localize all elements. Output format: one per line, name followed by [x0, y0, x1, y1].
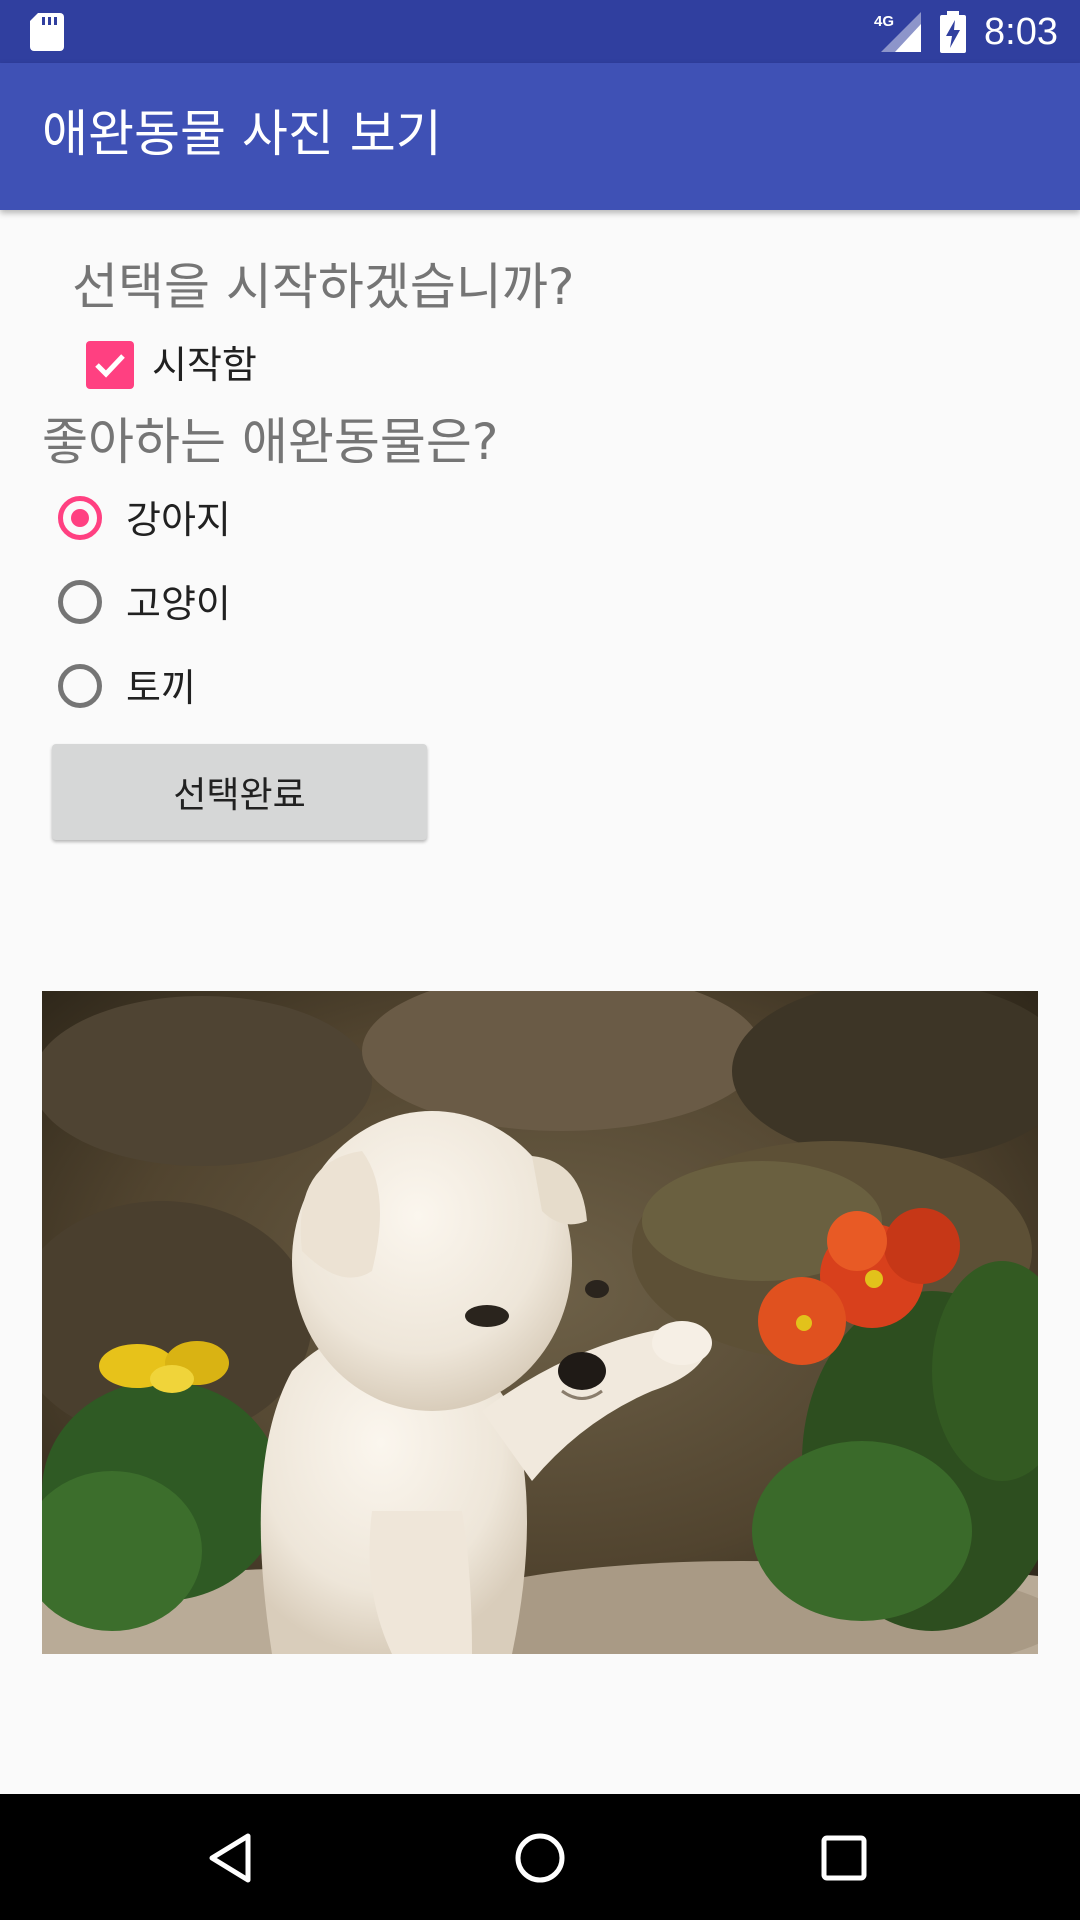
radio-button-dog[interactable] [58, 496, 102, 540]
puppy-photo [42, 991, 1038, 1654]
signal-icon: 4G [874, 12, 921, 52]
radio-label-dog[interactable]: 강아지 [126, 492, 231, 548]
pet-question: 좋아하는 애완동물은? [42, 413, 499, 471]
radio-button-cat[interactable] [58, 580, 102, 624]
back-icon[interactable] [208, 1832, 252, 1884]
battery-charging-icon [940, 11, 966, 53]
radio-option-dog[interactable]: 강아지 [56, 492, 456, 552]
start-checkbox[interactable] [86, 341, 134, 389]
network-type-label: 4G [874, 13, 894, 30]
app-bar: 애완동물 사진 보기 [0, 63, 1080, 210]
radio-label-rabbit[interactable]: 토끼 [126, 660, 196, 716]
radio-option-rabbit[interactable]: 토끼 [56, 660, 456, 720]
start-checkbox-label[interactable]: 시작함 [152, 341, 257, 389]
checkmark-icon [95, 354, 125, 378]
submit-button[interactable]: 선택완료 [52, 744, 427, 840]
sd-card-icon [30, 13, 64, 51]
app-title: 애완동물 사진 보기 [42, 105, 442, 163]
recents-icon[interactable] [820, 1834, 868, 1882]
radio-option-cat[interactable]: 고양이 [56, 576, 456, 636]
status-bar: 4G 8:03 [0, 0, 1080, 63]
radio-selected-dot [71, 509, 89, 527]
radio-label-cat[interactable]: 고양이 [126, 576, 231, 632]
pet-photo [42, 991, 1038, 1654]
start-question: 선택을 시작하겠습니까? [72, 258, 575, 316]
home-icon[interactable] [514, 1832, 566, 1884]
radio-button-rabbit[interactable] [58, 664, 102, 708]
clock: 8:03 [984, 11, 1058, 53]
